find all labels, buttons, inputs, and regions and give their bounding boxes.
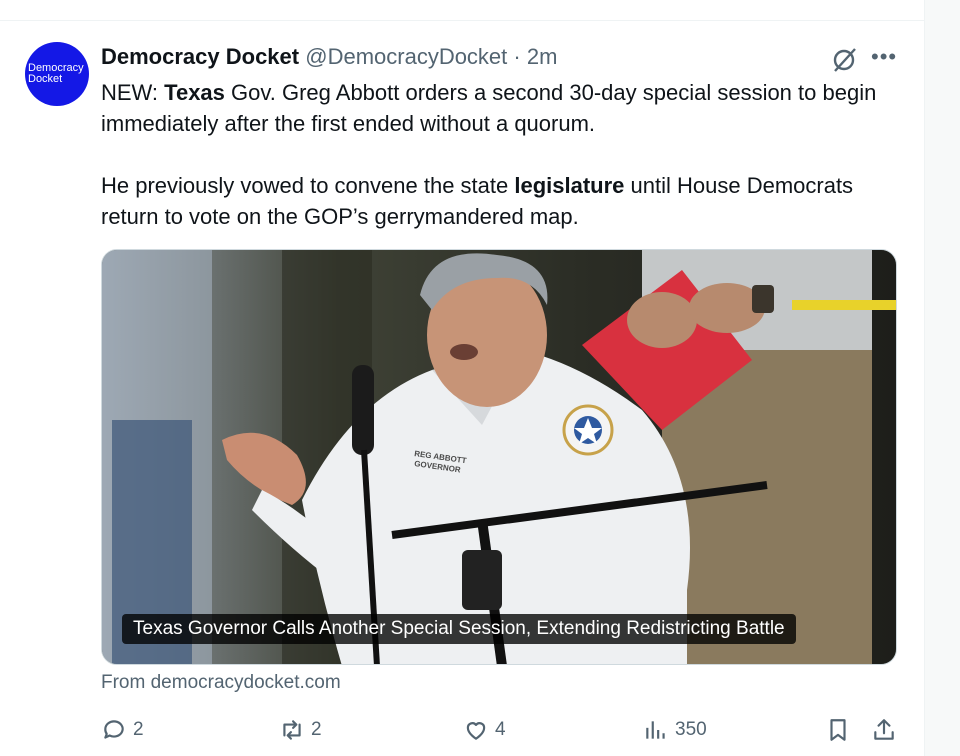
text-span: NEW: (101, 80, 165, 105)
tweet-text: NEW: Texas Gov. Greg Abbott orders a sec… (101, 77, 891, 232)
previous-tweet-action-icon[interactable]: ⌃ (836, 0, 846, 8)
bold-text: Texas (164, 80, 225, 105)
views-icon (646, 721, 665, 739)
bookmark-icon (830, 719, 846, 741)
like-count: 4 (495, 719, 506, 740)
tweet-header: Democracy Docket @DemocracyDocket · 2m (101, 43, 557, 71)
action-bar: 2 2 4 350 (101, 717, 901, 747)
share-button[interactable] (871, 717, 897, 743)
repost-icon (283, 720, 301, 740)
author-handle[interactable]: @DemocracyDocket (305, 44, 507, 69)
timeline-column: ⌃ Democracy Docket Democracy Docket @Dem… (0, 0, 925, 756)
header-separator: · (513, 44, 521, 69)
tweet[interactable]: Democracy Docket Democracy Docket @Democ… (0, 21, 924, 756)
reply-icon (104, 720, 124, 739)
repost-count: 2 (311, 719, 322, 740)
tweet-paragraph-1: NEW: Texas Gov. Greg Abbott orders a sec… (101, 77, 891, 139)
text-span: He previously vowed to convene the state (101, 173, 515, 198)
link-card-headline[interactable]: Texas Governor Calls Another Special Ses… (122, 614, 796, 644)
repost-button[interactable]: 2 (279, 717, 322, 743)
reply-button[interactable]: 2 (101, 717, 144, 743)
like-button[interactable]: 4 (463, 717, 506, 743)
reply-count: 2 (133, 719, 144, 740)
tweet-paragraph-2: He previously vowed to convene the state… (101, 170, 891, 232)
avatar-line-2: Docket (28, 73, 63, 85)
bold-text: legislature (514, 173, 625, 198)
more-options-icon[interactable]: ••• (871, 43, 897, 71)
link-card-image[interactable]: REG ABBOTT GOVERNOR Texas Governor Calls… (101, 249, 897, 665)
heart-icon (466, 722, 486, 740)
share-icon (874, 719, 894, 740)
grok-icon[interactable] (830, 46, 858, 74)
avatar[interactable]: Democracy Docket (25, 42, 89, 106)
views-count: 350 (675, 719, 707, 740)
views-button[interactable]: 350 (643, 717, 707, 743)
author-name[interactable]: Democracy Docket (101, 44, 299, 69)
bookmark-button[interactable] (825, 717, 851, 743)
link-source[interactable]: From democracydocket.com (101, 672, 341, 694)
timestamp[interactable]: 2m (527, 44, 558, 69)
news-photo: REG ABBOTT GOVERNOR (102, 250, 896, 664)
